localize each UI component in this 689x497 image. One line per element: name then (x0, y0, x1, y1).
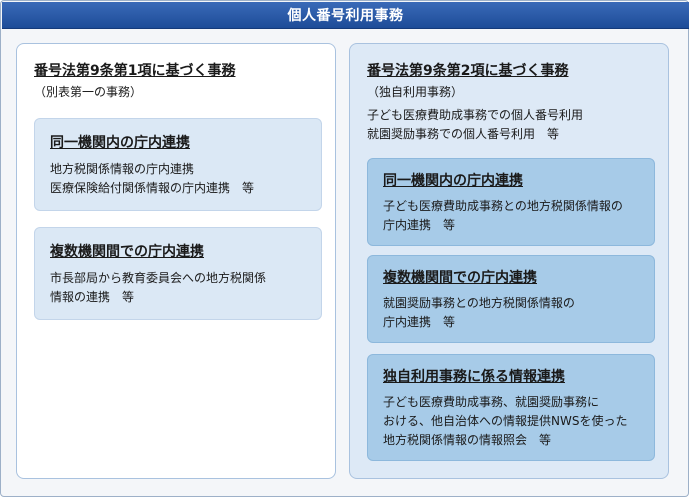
box-inter-agency: 複数機関間での庁内連携 市長部局から教育委員会への地方税関係 情報の連携 等 (34, 227, 322, 320)
panel-subtitle: （別表第一の事務） (34, 85, 143, 99)
panel-article9-para2: 番号法第9条第2項に基づく事務 （独自利用事務） 子ども医療費助成事務での個人番… (349, 43, 669, 479)
box-line: 地方税関係情報の庁内連携 (50, 162, 195, 176)
box-line: 庁内連携 等 (383, 218, 456, 232)
box-line: 医療保険給付関係情報の庁内連携 等 (50, 181, 255, 195)
box-intra-agency: 同一機関内の庁内連携 子ども医療費助成事務との地方税関係情報の 庁内連携 等 (367, 158, 655, 246)
box-independent-use-linkage: 独自利用事務に係る情報連携 子ども医療費助成事務、就園奨励事務に おける、他自治… (367, 354, 655, 461)
panel-title: 番号法第9条第2項に基づく事務 (367, 63, 569, 79)
box-title: 独自利用事務に係る情報連携 (383, 369, 565, 385)
box-line: 庁内連携 等 (383, 315, 456, 329)
diagram-frame: 個人番号利用事務 番号法第9条第1項に基づく事務 （別表第一の事務） 同一機関内… (0, 0, 689, 497)
panel-desc-line: 就園奨励事務での個人番号利用 等 (367, 127, 560, 141)
panel-article9-para1: 番号法第9条第1項に基づく事務 （別表第一の事務） 同一機関内の庁内連携 地方税… (16, 43, 336, 479)
box-title: 同一機関内の庁内連携 (50, 135, 190, 151)
diagram-title: 個人番号利用事務 (2, 2, 689, 29)
panel-subtitle: （独自利用事務） (367, 85, 464, 99)
panel-title: 番号法第9条第1項に基づく事務 (34, 63, 236, 79)
box-line: 子ども医療費助成事務、就園奨励事務に (383, 395, 600, 409)
box-line: 情報の連携 等 (50, 290, 135, 304)
panel-desc-line: 子ども医療費助成事務での個人番号利用 (367, 108, 584, 122)
box-line: おける、他自治体への情報提供NWSを使った (383, 414, 628, 428)
box-line: 子ども医療費助成事務との地方税関係情報の (383, 199, 623, 213)
box-line: 就園奨励事務との地方税関係情報の (383, 296, 575, 310)
box-intra-agency: 同一機関内の庁内連携 地方税関係情報の庁内連携 医療保険給付関係情報の庁内連携 … (34, 118, 322, 211)
box-line: 市長部局から教育委員会への地方税関係 (50, 271, 267, 285)
box-title: 複数機関間での庁内連携 (50, 244, 204, 260)
box-title: 複数機関間での庁内連携 (383, 270, 537, 286)
box-title: 同一機関内の庁内連携 (383, 173, 523, 189)
box-line: 地方税関係情報の情報照会 等 (383, 433, 552, 447)
box-inter-agency: 複数機関間での庁内連携 就園奨励事務との地方税関係情報の 庁内連携 等 (367, 255, 655, 343)
